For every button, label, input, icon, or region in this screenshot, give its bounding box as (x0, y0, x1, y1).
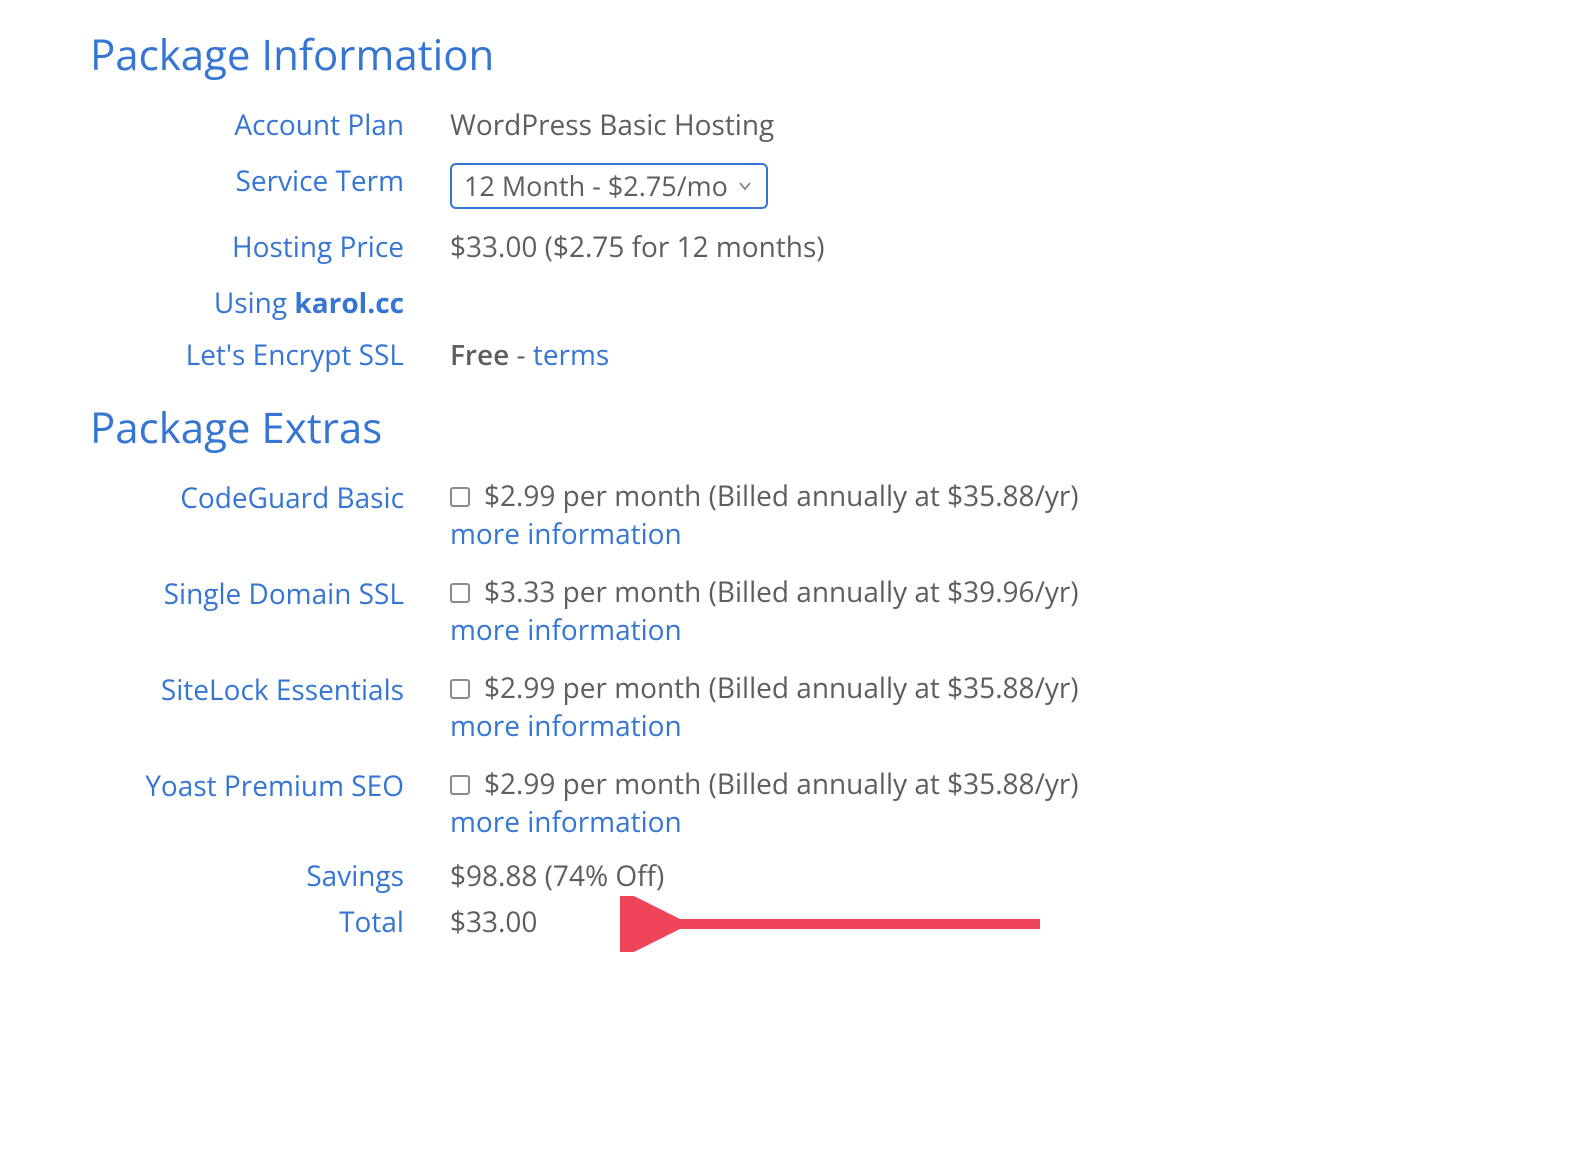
hosting-price-value: $33.00 ($2.75 for 12 months) (450, 227, 1504, 265)
extra-sitelock-price: $2.99 per month (Billed annually at $35.… (484, 669, 1079, 707)
ssl-sep: - (509, 336, 533, 374)
savings-label: Savings (90, 858, 450, 894)
using-prefix: Using (214, 284, 294, 322)
ssl-terms-link[interactable]: terms (533, 336, 609, 374)
account-plan-row: Account Plan WordPress Basic Hosting (90, 105, 1504, 143)
extra-singlessl-checkbox[interactable] (450, 583, 470, 603)
total-row: Total $33.00 (90, 904, 1504, 940)
account-plan-label: Account Plan (90, 105, 450, 143)
extra-codeguard-row: CodeGuard Basic $2.99 per month (Billed … (90, 478, 1504, 552)
package-extras-heading: Package Extras (90, 399, 1504, 456)
extra-yoast-checkbox[interactable] (450, 775, 470, 795)
extra-sitelock-row: SiteLock Essentials $2.99 per month (Bil… (90, 670, 1504, 744)
chevron-down-icon (738, 179, 752, 193)
hosting-price-label: Hosting Price (90, 227, 450, 265)
savings-value: $98.88 (74% Off) (450, 858, 1504, 894)
extra-yoast-moreinfo[interactable]: more information (450, 804, 1504, 840)
lets-encrypt-value: Free - terms (450, 335, 1504, 373)
extra-codeguard-moreinfo[interactable]: more information (450, 516, 1504, 552)
using-domain: karol.cc (294, 284, 404, 322)
total-label: Total (90, 904, 450, 940)
using-domain-row: Using karol.cc (90, 283, 1504, 321)
extra-codeguard-checkbox[interactable] (450, 487, 470, 507)
savings-row: Savings $98.88 (74% Off) (90, 858, 1504, 894)
annotation-arrow-icon (620, 896, 1050, 952)
extra-yoast-label: Yoast Premium SEO (90, 766, 450, 804)
service-term-row: Service Term 12 Month - $2.75/mo (90, 161, 1504, 209)
service-term-selected: 12 Month - $2.75/mo (464, 168, 728, 204)
using-domain-label: Using karol.cc (90, 283, 450, 321)
extra-sitelock-label: SiteLock Essentials (90, 670, 450, 708)
extra-codeguard-price: $2.99 per month (Billed annually at $35.… (484, 477, 1079, 515)
service-term-select[interactable]: 12 Month - $2.75/mo (450, 163, 768, 209)
extra-singlessl-moreinfo[interactable]: more information (450, 612, 1504, 648)
hosting-price-row: Hosting Price $33.00 ($2.75 for 12 month… (90, 227, 1504, 265)
lets-encrypt-row: Let's Encrypt SSL Free - terms (90, 335, 1504, 373)
account-plan-value: WordPress Basic Hosting (450, 105, 1504, 143)
extra-yoast-row: Yoast Premium SEO $2.99 per month (Bille… (90, 766, 1504, 840)
extra-yoast-price: $2.99 per month (Billed annually at $35.… (484, 765, 1079, 803)
extra-singlessl-label: Single Domain SSL (90, 574, 450, 612)
extra-sitelock-moreinfo[interactable]: more information (450, 708, 1504, 744)
lets-encrypt-label: Let's Encrypt SSL (90, 335, 450, 373)
extra-singlessl-price: $3.33 per month (Billed annually at $39.… (484, 573, 1079, 611)
ssl-free: Free (450, 336, 509, 374)
service-term-label: Service Term (90, 161, 450, 199)
package-information-heading: Package Information (90, 26, 1504, 83)
extra-codeguard-label: CodeGuard Basic (90, 478, 450, 516)
extra-sitelock-checkbox[interactable] (450, 679, 470, 699)
extra-singlessl-row: Single Domain SSL $3.33 per month (Bille… (90, 574, 1504, 648)
